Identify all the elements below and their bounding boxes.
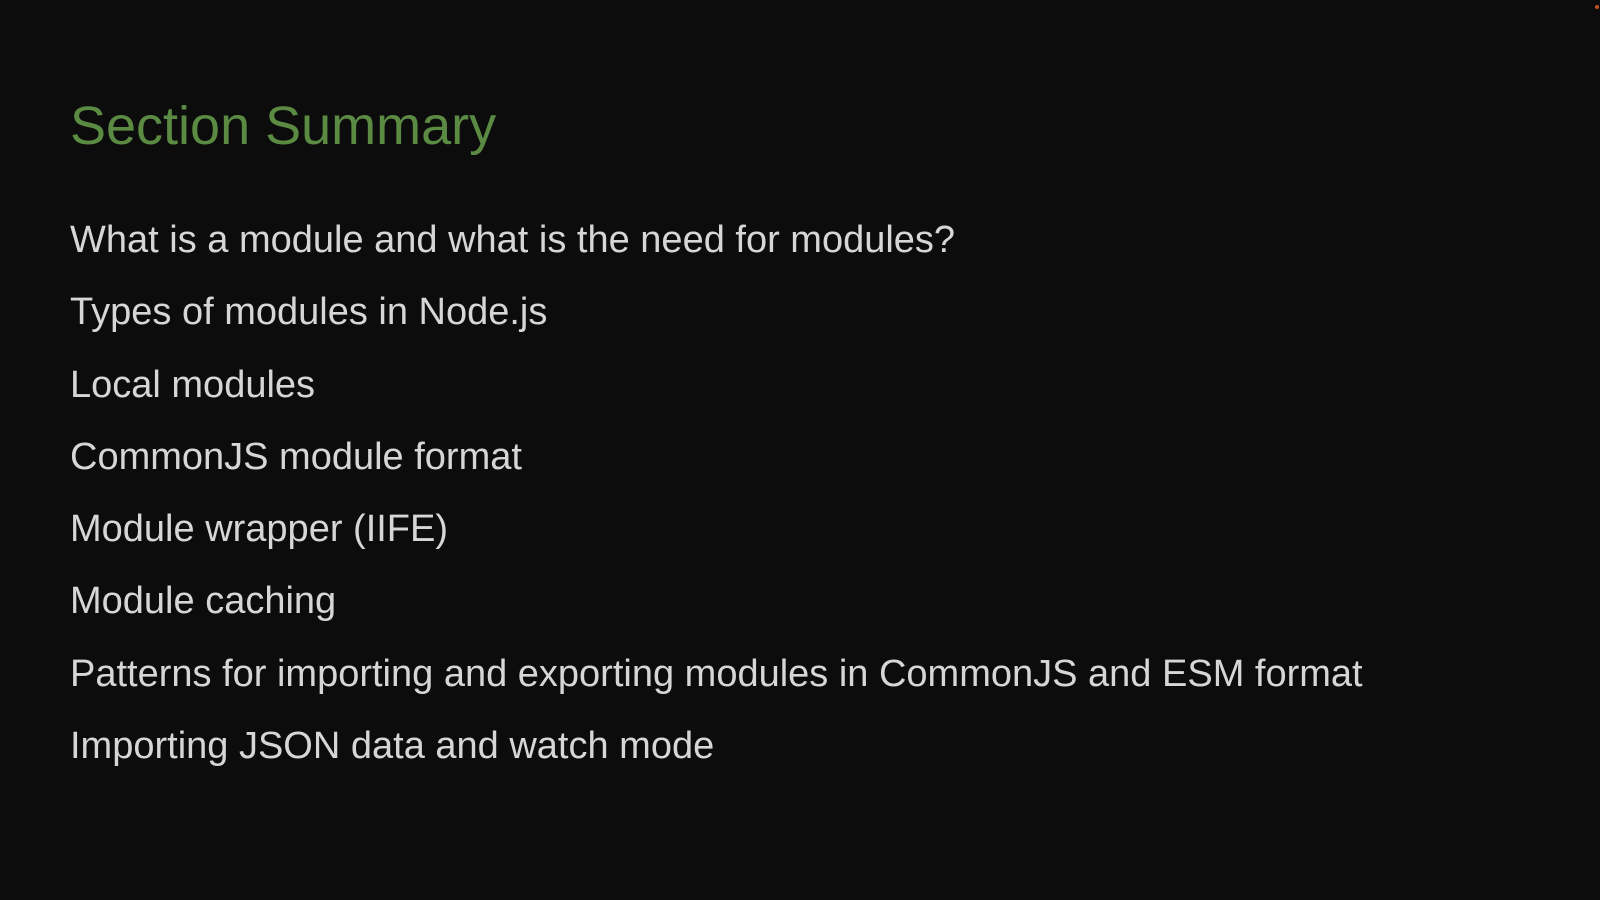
- summary-item: Module wrapper (IIFE): [70, 508, 449, 551]
- slide-title: Section Summary: [70, 96, 497, 156]
- summary-item: Patterns for importing and exporting mod…: [70, 652, 1363, 695]
- summary-item: CommonJS module format: [70, 435, 522, 478]
- summary-item: Types of modules in Node.js: [70, 291, 548, 334]
- summary-list: What is a module and what is the need fo…: [70, 214, 1363, 792]
- summary-item: What is a module and what is the need fo…: [70, 219, 956, 261]
- summary-item: Importing JSON data and watch mode: [70, 725, 715, 768]
- presentation-slide: Section Summary What is a module and wha…: [0, 0, 1600, 900]
- corner-indicator-dot: [1595, 5, 1599, 9]
- summary-item: Local modules: [70, 363, 316, 406]
- summary-item: Module caching: [70, 580, 337, 623]
